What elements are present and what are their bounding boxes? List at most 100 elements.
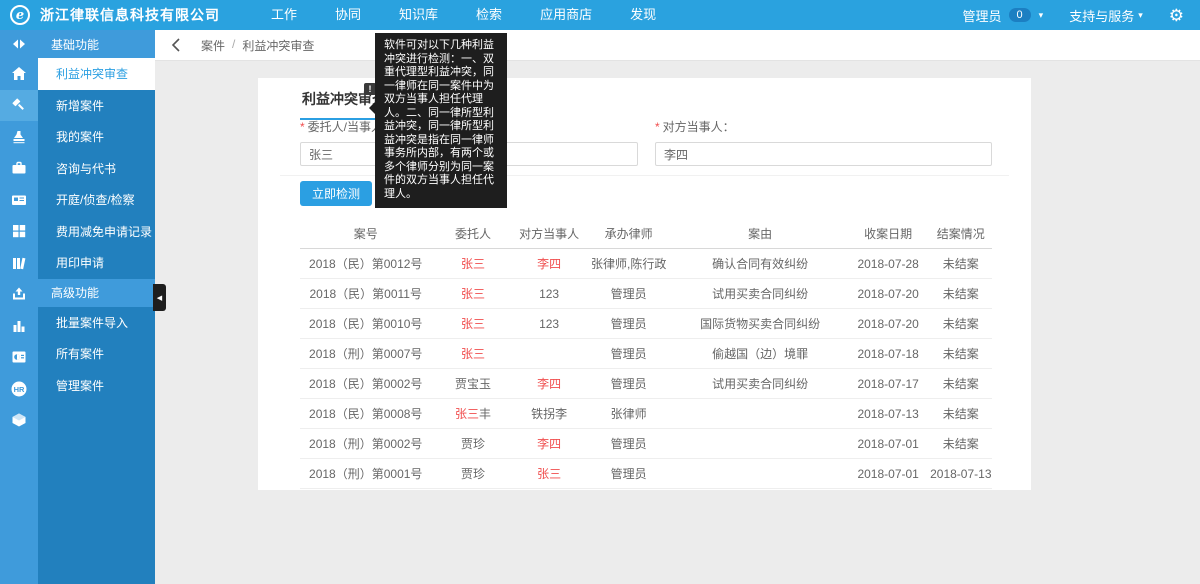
collapse-arrows-icon[interactable] bbox=[0, 30, 38, 58]
table-cell: 张律师,陈行政 bbox=[584, 255, 674, 272]
nav-item-2[interactable]: 知识库 bbox=[380, 0, 457, 30]
books-icon[interactable] bbox=[0, 247, 38, 279]
user-menu[interactable]: 管理员 0 ▾ bbox=[963, 6, 1044, 25]
table-cell: 2018-07-18 bbox=[847, 347, 930, 361]
table-cell: 2018-07-13 bbox=[847, 407, 930, 421]
sidebar-menu: 基础功能利益冲突审查新增案件我的案件咨询与代书开庭/侦查/检察费用减免申请记录用… bbox=[38, 30, 155, 584]
sidebar-item[interactable]: 新增案件 bbox=[38, 90, 155, 122]
conflict-highlight: 张三 bbox=[461, 347, 485, 361]
case-table-header: 案号委托人对方当事人承办律师案由收案日期结案情况 bbox=[300, 219, 992, 249]
table-cell: 确认合同有效纠纷 bbox=[674, 255, 847, 272]
column-header: 结案情况 bbox=[930, 225, 992, 242]
table-cell: 2018（刑）第0007号 bbox=[300, 345, 431, 362]
home-icon[interactable] bbox=[0, 58, 38, 90]
nav-item-5[interactable]: 发现 bbox=[611, 0, 675, 30]
upload-box-icon[interactable] bbox=[0, 279, 38, 311]
nav-item-4[interactable]: 应用商店 bbox=[521, 0, 611, 30]
gear-icon[interactable]: ⚙ bbox=[1169, 7, 1184, 24]
bar-chart-icon[interactable] bbox=[0, 310, 38, 342]
table-row[interactable]: 2018（刑）第0002号贾珍李四管理员2018-07-01未结案 bbox=[300, 429, 992, 459]
table-row[interactable]: 2018（民）第0008号张三丰铁拐李张律师2018-07-13未结案 bbox=[300, 399, 992, 429]
briefcase-icon[interactable] bbox=[0, 153, 38, 185]
table-cell: 贾珍 bbox=[431, 465, 514, 482]
table-row[interactable]: 2018（刑）第0007号张三管理员偷越国（边）境罪2018-07-18未结案 bbox=[300, 339, 992, 369]
sidebar-item[interactable]: 我的案件 bbox=[38, 121, 155, 153]
table-cell: 张三丰 bbox=[431, 405, 514, 422]
table-cell: 123 bbox=[515, 317, 584, 331]
sidebar-item[interactable]: 管理案件 bbox=[38, 370, 155, 402]
opponent-input[interactable] bbox=[655, 142, 992, 166]
id-card-icon[interactable] bbox=[0, 184, 38, 216]
table-row[interactable]: 2018（民）第0012号张三李四张律师,陈行政确认合同有效纠纷2018-07-… bbox=[300, 249, 992, 279]
conflict-help-tooltip: 软件可对以下几种利益冲突进行检测：一、双重代理型利益冲突，同一律师在同一案件中为… bbox=[375, 33, 507, 208]
table-cell: 2018-07-01 bbox=[847, 437, 930, 451]
table-cell: 张三 bbox=[431, 315, 514, 332]
top-navigation: 工作协同知识库检索应用商店发现 bbox=[252, 0, 675, 30]
conflict-highlight: 张三 bbox=[537, 467, 561, 481]
table-cell: 未结案 bbox=[930, 345, 992, 362]
table-cell: 2018-07-28 bbox=[847, 257, 930, 271]
table-cell: 2018-07-20 bbox=[847, 287, 930, 301]
sidebar-item[interactable]: 费用减免申请记录 bbox=[38, 216, 155, 248]
sidebar-section-header-1: 高级功能 bbox=[38, 279, 155, 307]
case-table: 案号委托人对方当事人承办律师案由收案日期结案情况 2018（民）第0012号张三… bbox=[300, 219, 992, 489]
table-row[interactable]: 2018（民）第0002号贾宝玉李四管理员试用买卖合同纠纷2018-07-17未… bbox=[300, 369, 992, 399]
support-menu[interactable]: 支持与服务 ▾ bbox=[1069, 6, 1143, 25]
case-table-body: 2018（民）第0012号张三李四张律师,陈行政确认合同有效纠纷2018-07-… bbox=[300, 249, 992, 489]
table-cell: 铁拐李 bbox=[515, 405, 584, 422]
grid-icon[interactable] bbox=[0, 216, 38, 248]
table-cell: 2018（刑）第0002号 bbox=[300, 435, 431, 452]
table-cell: 管理员 bbox=[584, 315, 674, 332]
app-window: e 浙江律联信息科技有限公司 工作协同知识库检索应用商店发现 管理员 0 ▾ 支… bbox=[0, 0, 1200, 584]
sidebar-icon-rail: HR bbox=[0, 30, 38, 584]
breadcrumb: 案件 / 利益冲突审查 bbox=[201, 37, 314, 54]
sidebar-item[interactable]: 利益冲突审查 bbox=[38, 58, 155, 90]
table-cell: 贾宝玉 bbox=[431, 375, 514, 392]
table-cell: 管理员 bbox=[584, 465, 674, 482]
table-row[interactable]: 2018（刑）第0001号贾珍张三管理员2018-07-012018-07-13 bbox=[300, 459, 992, 489]
breadcrumb-item[interactable]: 利益冲突审查 bbox=[242, 37, 314, 54]
hr-badge-icon[interactable]: HR bbox=[0, 373, 38, 405]
column-header: 委托人 bbox=[431, 225, 514, 242]
conflict-highlight: 张三 bbox=[455, 407, 479, 421]
table-cell: 偷越国（边）境罪 bbox=[674, 345, 847, 362]
table-row[interactable]: 2018（民）第0010号张三123管理员国际货物买卖合同纠纷2018-07-2… bbox=[300, 309, 992, 339]
sidebar-collapse-handle[interactable]: ◀ bbox=[153, 284, 166, 311]
column-header: 对方当事人 bbox=[515, 225, 584, 242]
table-cell: 张律师 bbox=[584, 405, 674, 422]
table-cell: 贾珍 bbox=[431, 435, 514, 452]
table-cell: 未结案 bbox=[930, 375, 992, 392]
sidebar-item[interactable]: 用印申请 bbox=[38, 247, 155, 279]
gavel-icon[interactable] bbox=[0, 90, 38, 122]
nav-item-0[interactable]: 工作 bbox=[252, 0, 316, 30]
sidebar-item[interactable]: 开庭/侦查/检察 bbox=[38, 184, 155, 216]
notification-badge: 0 bbox=[1009, 8, 1031, 22]
breadcrumb-separator: / bbox=[232, 37, 235, 54]
table-cell: 未结案 bbox=[930, 315, 992, 332]
breadcrumb-item[interactable]: 案件 bbox=[201, 37, 225, 54]
table-cell: 管理员 bbox=[584, 435, 674, 452]
table-cell: 2018（民）第0010号 bbox=[300, 315, 431, 332]
package-icon[interactable] bbox=[0, 405, 38, 437]
svg-text:HR: HR bbox=[14, 385, 25, 394]
sidebar-item[interactable]: 咨询与代书 bbox=[38, 153, 155, 185]
table-cell: 李四 bbox=[515, 375, 584, 392]
table-cell: 张三 bbox=[431, 345, 514, 362]
table-cell: 李四 bbox=[515, 435, 584, 452]
sidebar-item[interactable]: 所有案件 bbox=[38, 338, 155, 370]
back-chevron-icon[interactable] bbox=[171, 38, 181, 52]
sidebar-item[interactable]: 批量案件导入 bbox=[38, 307, 155, 339]
detect-now-button[interactable]: 立即检测 bbox=[300, 181, 372, 206]
table-row[interactable]: 2018（民）第0011号张三123管理员试用买卖合同纠纷2018-07-20未… bbox=[300, 279, 992, 309]
report-icon[interactable] bbox=[0, 342, 38, 374]
breadcrumb-bar: 案件 / 利益冲突审查 bbox=[155, 30, 1200, 61]
nav-item-3[interactable]: 检索 bbox=[457, 0, 521, 30]
support-label: 支持与服务 bbox=[1069, 6, 1134, 25]
conflict-highlight: 张三 bbox=[461, 287, 485, 301]
tooltip-text: 软件可对以下几种利益冲突进行检测：一、双重代理型利益冲突，同一律师在同一案件中为… bbox=[384, 39, 494, 200]
table-cell: 123 bbox=[515, 287, 584, 301]
stamp-icon[interactable] bbox=[0, 121, 38, 153]
table-cell: 未结案 bbox=[930, 285, 992, 302]
nav-item-1[interactable]: 协同 bbox=[316, 0, 380, 30]
table-cell: 张三 bbox=[431, 255, 514, 272]
